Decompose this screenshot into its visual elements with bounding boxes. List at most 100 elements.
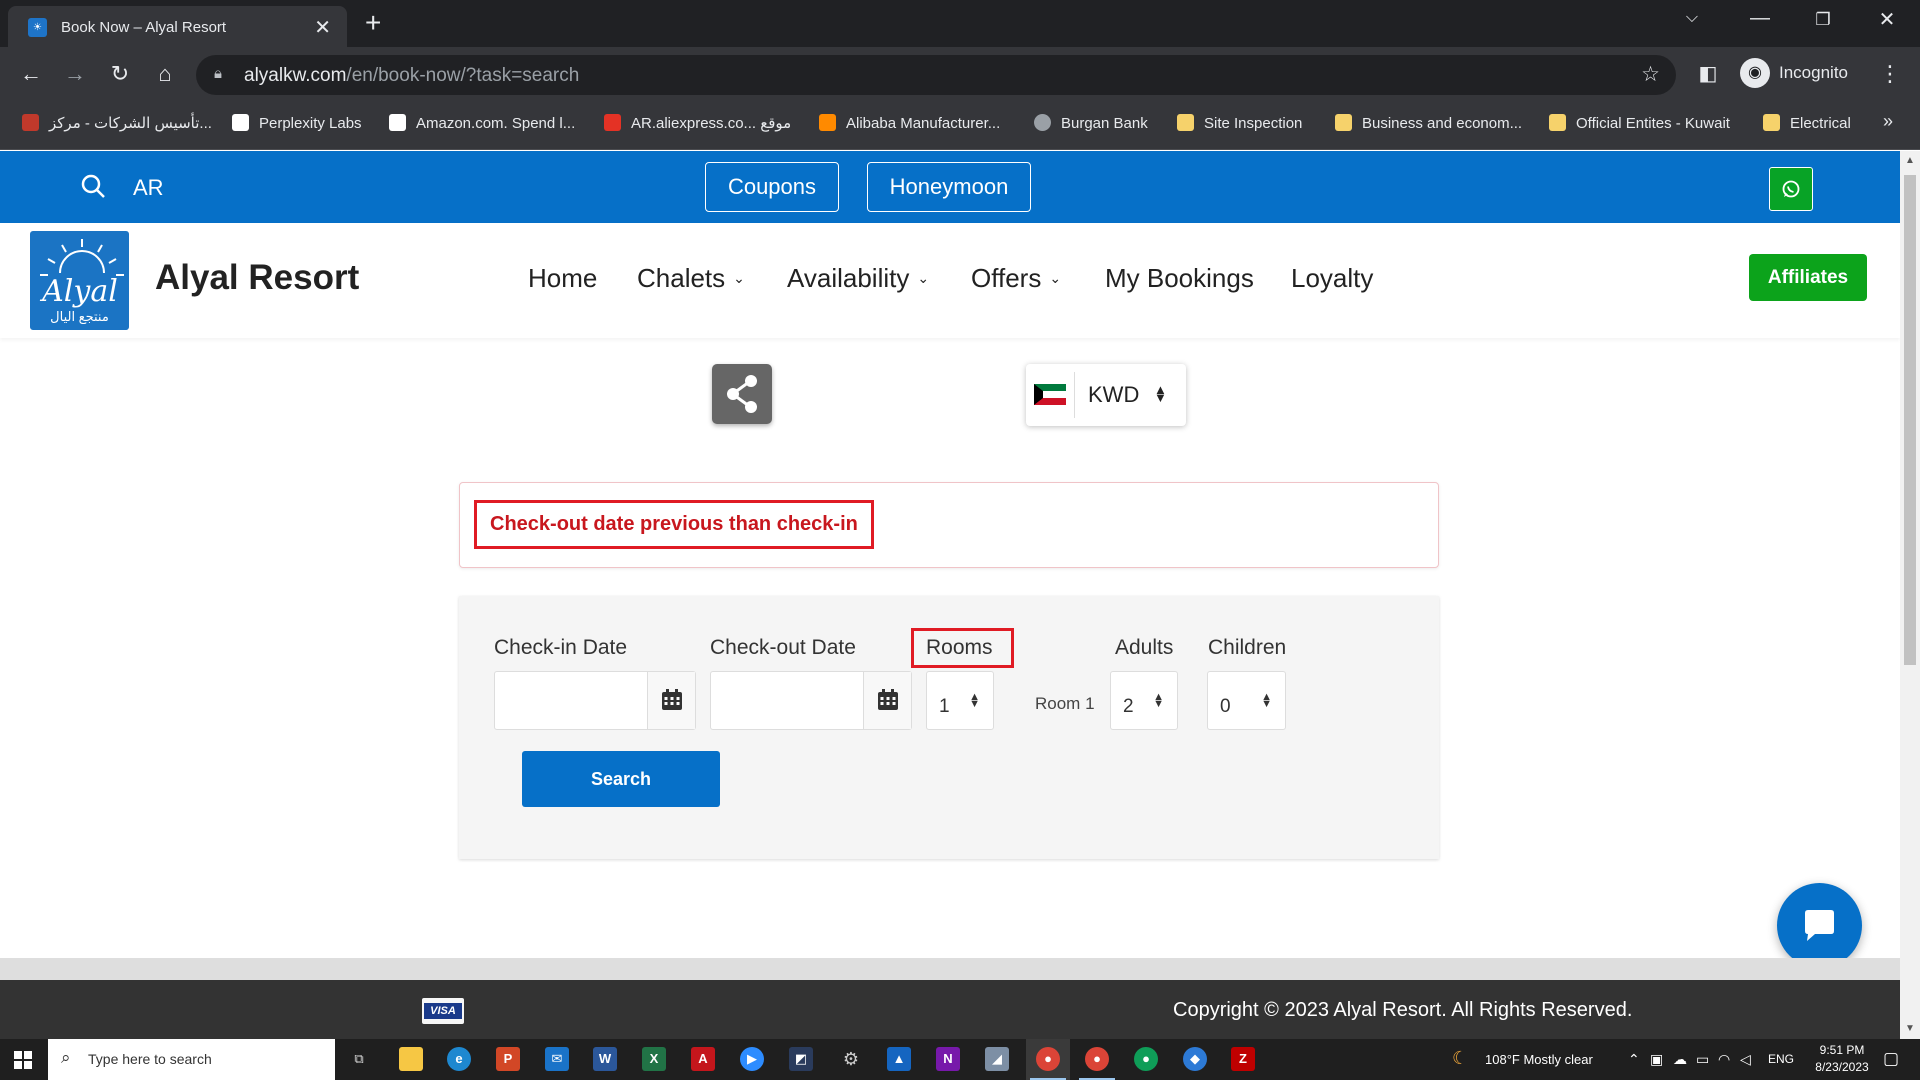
zoom-icon[interactable]: ▶ <box>740 1047 764 1071</box>
error-alert: Check-out date previous than check-in <box>459 482 1439 568</box>
language-switch-link[interactable]: AR <box>133 175 164 201</box>
cloud-icon[interactable]: ☁ <box>1673 1051 1687 1068</box>
taskbar-search-input[interactable]: ⌕ Type here to search <box>48 1039 335 1080</box>
excel-icon[interactable]: X <box>642 1047 666 1071</box>
acrobat-icon[interactable]: A <box>691 1047 715 1071</box>
coupons-button[interactable]: Coupons <box>705 162 839 212</box>
powerpoint-icon[interactable]: P <box>496 1047 520 1071</box>
forward-icon[interactable]: → <box>60 61 90 87</box>
address-bar[interactable]: 🔒︎ alyalkw.com/en/book-now/?task=search … <box>196 55 1676 95</box>
back-icon[interactable]: ← <box>16 61 46 87</box>
bookmark-favicon-icon <box>389 114 406 131</box>
edge-icon[interactable]: e <box>447 1047 471 1071</box>
honeymoon-button[interactable]: Honeymoon <box>867 162 1031 212</box>
affiliates-button[interactable]: Affiliates <box>1749 254 1867 301</box>
chrome-icon[interactable]: ● <box>1085 1047 1109 1071</box>
bookmark-item[interactable]: Burgan Bank <box>1034 114 1148 132</box>
new-tab-icon[interactable]: + <box>365 7 381 39</box>
checkin-calendar-button[interactable] <box>647 672 695 729</box>
scroll-up-icon[interactable]: ▲ <box>1905 155 1915 166</box>
checkin-date-input[interactable] <box>494 671 696 730</box>
photos-icon[interactable]: ▲ <box>887 1047 911 1071</box>
alyal-logo[interactable]: Alyal منتجع اليال <box>30 231 129 330</box>
chat-widget-button[interactable] <box>1777 883 1862 968</box>
windows-start-icon[interactable] <box>14 1051 32 1069</box>
bookmark-item[interactable]: Alibaba Manufacturer... <box>819 114 1000 132</box>
search-icon[interactable] <box>80 173 106 206</box>
app-icon[interactable]: ◆ <box>1183 1047 1207 1071</box>
bookmark-star-icon[interactable]: ☆ <box>1641 62 1660 87</box>
volume-icon[interactable]: ◁ <box>1740 1051 1751 1068</box>
file-explorer-icon[interactable] <box>399 1047 423 1071</box>
currency-divider <box>1074 372 1075 418</box>
bookmark-folder[interactable]: Official Entites - Kuwait <box>1549 114 1730 132</box>
menu-kebab-icon[interactable]: ⋮ <box>1875 61 1905 87</box>
checkout-date-input[interactable] <box>710 671 912 730</box>
nav-my-bookings[interactable]: My Bookings <box>1105 263 1254 294</box>
rooms-select[interactable]: 1 ▲ ▼ <box>926 671 994 730</box>
scroll-down-icon[interactable]: ▼ <box>1905 1023 1915 1034</box>
whatsapp-icon[interactable] <box>1769 167 1813 211</box>
input-language[interactable]: ENG <box>1768 1052 1794 1066</box>
settings-gear-icon[interactable]: ⚙ <box>839 1047 863 1071</box>
chevron-down-icon: ⌄ <box>733 270 745 286</box>
task-view-icon[interactable]: ⧉ <box>347 1047 371 1071</box>
bookmark-favicon-icon <box>1034 114 1051 131</box>
battery-icon[interactable]: ▭ <box>1696 1051 1709 1068</box>
word-icon[interactable]: W <box>593 1047 617 1071</box>
incognito-label[interactable]: Incognito <box>1779 63 1848 83</box>
browser-tab-active[interactable]: ☀ Book Now – Alyal Resort ✕ <box>8 6 347 47</box>
weather-icon[interactable]: ☾ <box>1452 1048 1468 1069</box>
bookmark-item[interactable]: AR.aliexpress.co... موقع <box>604 114 791 132</box>
weather-text[interactable]: 108°F Mostly clear <box>1485 1052 1593 1067</box>
search-button[interactable]: Search <box>522 751 720 807</box>
home-icon[interactable]: ⌂ <box>150 61 180 87</box>
page-scrollbar[interactable]: ▲ ▼ <box>1900 151 1920 1039</box>
minimize-icon[interactable]: — <box>1745 7 1775 30</box>
notifications-icon[interactable]: ▢ <box>1883 1049 1899 1069</box>
reload-icon[interactable]: ↻ <box>105 61 135 87</box>
filezilla-icon[interactable]: Z <box>1231 1047 1255 1071</box>
tray-app-icon[interactable]: ▣ <box>1650 1051 1663 1068</box>
site-topbar: AR Coupons Honeymoon <box>0 151 1900 223</box>
share-button[interactable] <box>712 364 772 424</box>
adults-select[interactable]: 2 ▲ ▼ <box>1110 671 1178 730</box>
bookmark-folder[interactable]: Business and econom... <box>1335 114 1522 132</box>
bookmark-favicon-icon <box>604 114 621 131</box>
bookmark-item[interactable]: Perplexity Labs <box>232 114 362 132</box>
nav-offers[interactable]: Offers ⌄ <box>971 263 1061 294</box>
more-bookmarks-icon[interactable]: » <box>1883 111 1893 132</box>
clock-time[interactable]: 9:51 PM <box>1812 1043 1872 1057</box>
bookmark-item[interactable]: Amazon.com. Spend l... <box>389 114 575 132</box>
bookmark-folder[interactable]: Electrical <box>1763 114 1851 132</box>
nav-availability[interactable]: Availability ⌄ <box>787 263 929 294</box>
restore-icon[interactable]: ❐ <box>1808 10 1838 30</box>
currency-code: KWD <box>1088 382 1140 407</box>
brand-name[interactable]: Alyal Resort <box>155 258 359 298</box>
show-hidden-icons-icon[interactable]: ⌃ <box>1628 1051 1640 1068</box>
close-tab-icon[interactable]: ✕ <box>314 15 331 40</box>
chrome-icon[interactable]: ● <box>1134 1047 1158 1071</box>
calendar-icon <box>662 689 682 710</box>
incognito-icon[interactable]: ◉ <box>1740 58 1770 88</box>
side-panel-icon[interactable]: ◧ <box>1693 61 1723 86</box>
nav-loyalty[interactable]: Loyalty <box>1291 263 1373 294</box>
nav-chalets[interactable]: Chalets ⌄ <box>637 263 745 294</box>
wifi-icon[interactable]: ◠ <box>1718 1051 1730 1068</box>
bookmark-item[interactable]: تأسيس الشركات - مركز... <box>22 114 212 132</box>
close-window-icon[interactable]: ✕ <box>1872 7 1902 32</box>
children-select[interactable]: 0 ▲ ▼ <box>1207 671 1286 730</box>
app-icon[interactable]: ◢ <box>985 1047 1009 1071</box>
nav-home[interactable]: Home <box>528 263 597 294</box>
currency-select[interactable]: KWD ▲ ▼ <box>1026 364 1186 426</box>
tab-search-icon[interactable]: ⌵ <box>1677 9 1707 27</box>
footer-separator <box>0 958 1900 980</box>
mail-icon[interactable]: ✉ <box>545 1047 569 1071</box>
clock-date[interactable]: 8/23/2023 <box>1812 1060 1872 1074</box>
app-icon[interactable]: ◩ <box>789 1047 813 1071</box>
onenote-icon[interactable]: N <box>936 1047 960 1071</box>
checkout-calendar-button[interactable] <box>863 672 911 729</box>
bookmark-folder[interactable]: Site Inspection <box>1177 114 1302 132</box>
chrome-icon[interactable]: ● <box>1036 1047 1060 1071</box>
scroll-thumb[interactable] <box>1904 175 1916 665</box>
